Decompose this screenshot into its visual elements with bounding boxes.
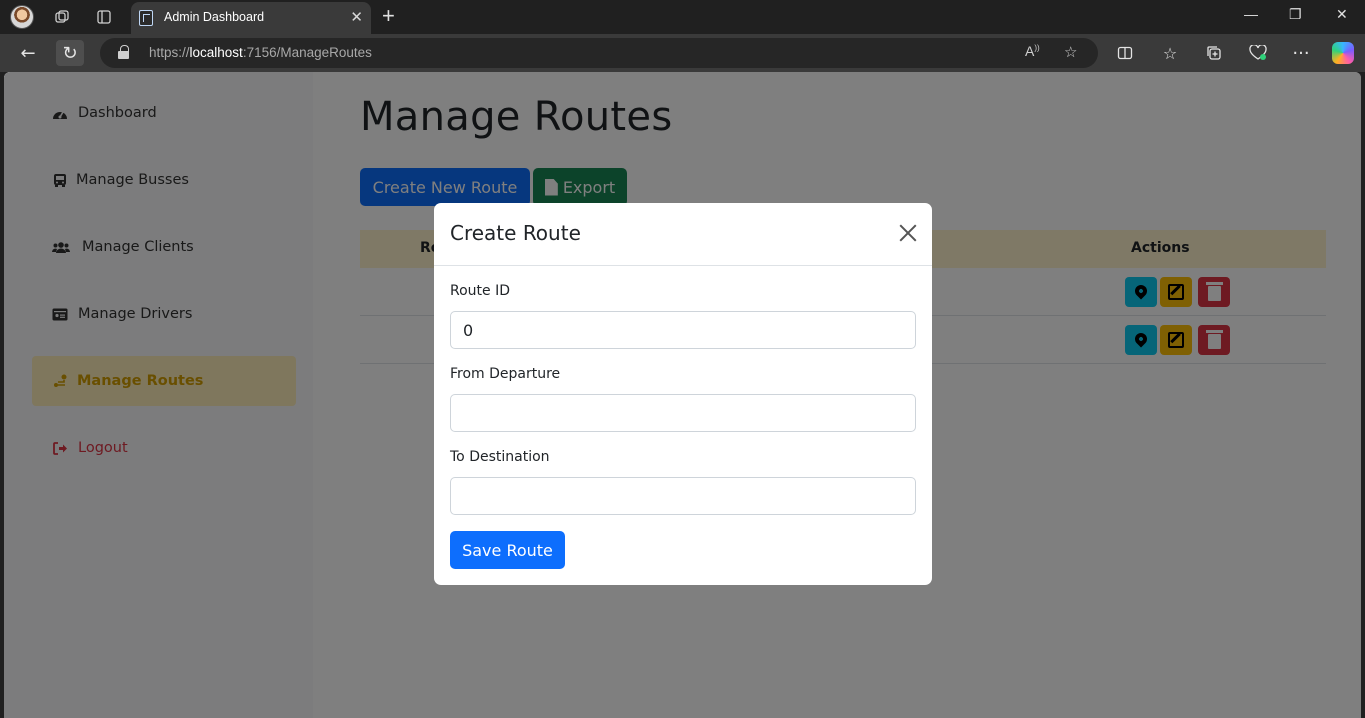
address-bar[interactable]: https://localhost:7156/ManageRoutes A)) … (100, 38, 1098, 68)
favorites-icon[interactable]: ☆ (1156, 40, 1184, 66)
minimize-button[interactable]: — (1244, 6, 1258, 22)
more-menu-icon[interactable]: ··· (1287, 40, 1315, 66)
favorite-star-icon[interactable]: ☆ (1064, 43, 1077, 61)
route-id-input[interactable] (450, 311, 916, 349)
window-close-button[interactable]: ✕ (1336, 6, 1348, 23)
profile-avatar[interactable] (10, 5, 34, 29)
save-route-button[interactable]: Save Route (450, 531, 565, 569)
url-text: https://localhost:7156/ManageRoutes (149, 45, 372, 60)
workspaces-icon[interactable] (51, 6, 73, 28)
web-page: Dashboard Manage Busses Manage Clients M… (4, 72, 1361, 718)
close-icon[interactable] (898, 223, 918, 243)
tab-actions-icon[interactable] (93, 6, 115, 28)
collections-icon[interactable] (1200, 40, 1228, 66)
browser-nav-bar: ← ↻ https://localhost:7156/ManageRoutes … (0, 34, 1365, 72)
from-departure-label: From Departure (450, 366, 561, 382)
page-favicon-icon (139, 10, 153, 26)
lock-icon (118, 45, 129, 59)
browser-essentials-icon[interactable] (1244, 40, 1272, 66)
refresh-icon[interactable]: ↻ (56, 40, 84, 66)
modal-title: Create Route (450, 221, 581, 245)
to-destination-label: To Destination (450, 449, 550, 465)
restore-button[interactable]: ❐ (1289, 6, 1302, 23)
tab-title: Admin Dashboard (164, 10, 265, 24)
browser-tab-bar: Admin Dashboard ✕ + — ❐ ✕ (0, 0, 1365, 34)
modal-header: Create Route (434, 203, 932, 266)
route-id-label: Route ID (450, 283, 510, 299)
create-route-modal: Create Route Route ID From Departure To … (434, 203, 932, 585)
new-tab-button[interactable]: + (382, 3, 395, 29)
from-departure-input[interactable] (450, 394, 916, 432)
back-arrow-icon[interactable]: ← (14, 40, 42, 66)
split-screen-icon[interactable] (1111, 40, 1139, 66)
browser-tab[interactable]: Admin Dashboard ✕ (131, 2, 371, 34)
to-destination-input[interactable] (450, 477, 916, 515)
tab-close-icon[interactable]: ✕ (350, 8, 363, 26)
copilot-icon[interactable] (1332, 42, 1354, 64)
read-aloud-icon[interactable]: A)) (1025, 43, 1040, 59)
